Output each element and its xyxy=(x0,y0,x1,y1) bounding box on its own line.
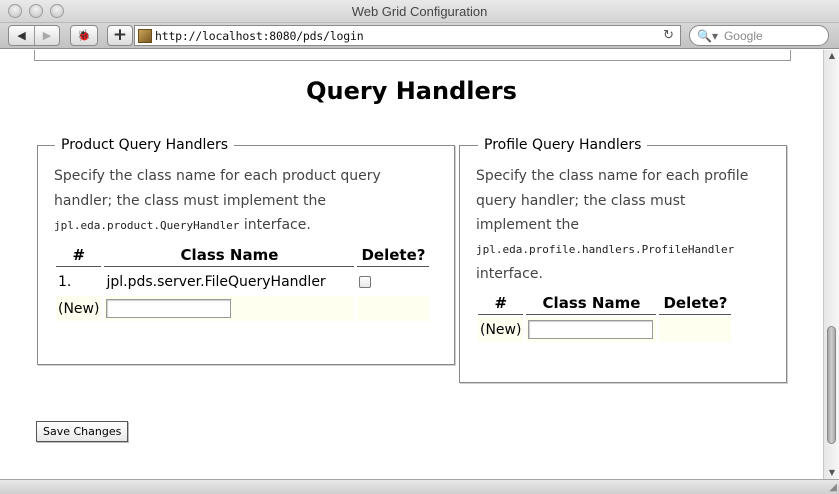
back-arrow-icon: ◀ xyxy=(17,29,26,42)
column-header-number: # xyxy=(56,243,102,267)
report-bug-button[interactable]: 🐞 xyxy=(70,25,98,46)
product-interface-name: jpl.eda.product.QueryHandler xyxy=(54,219,240,232)
delete-checkbox[interactable] xyxy=(359,275,372,288)
address-bar[interactable]: http://localhost:8080/pds/login ↻ xyxy=(134,25,681,46)
previous-section-box xyxy=(34,50,791,61)
column-header-delete: Delete? xyxy=(357,243,430,267)
bug-icon: 🐞 xyxy=(77,29,91,42)
new-row-empty-cell xyxy=(357,296,430,321)
site-favicon-icon xyxy=(138,28,152,43)
new-row-empty-cell xyxy=(659,317,732,342)
forward-button[interactable]: ▶ xyxy=(33,26,59,45)
table-row: 1. jpl.pds.server.FileQueryHandler xyxy=(56,269,429,294)
new-row-input-cell xyxy=(104,296,355,321)
table-header-row: # Class Name Delete? xyxy=(56,243,430,267)
profile-desc-suffix: interface. xyxy=(476,266,543,282)
column-header-class-name: Class Name xyxy=(104,243,355,267)
plus-icon: + xyxy=(112,25,128,45)
window-title: Web Grid Configuration xyxy=(351,4,488,19)
product-query-handlers-panel: Product Query Handlers Specify the class… xyxy=(37,137,455,365)
row-class-name: jpl.pds.server.FileQueryHandler xyxy=(106,273,326,290)
url-text[interactable]: http://localhost:8080/pds/login xyxy=(155,29,364,43)
new-handler-row: (New) xyxy=(478,317,732,342)
profile-desc-line-3: implement the xyxy=(476,217,579,233)
profile-desc-line-2: query handler; the class must xyxy=(476,192,686,209)
new-product-handler-input[interactable] xyxy=(106,299,232,318)
new-row-label: (New) xyxy=(56,296,102,321)
row-number: 1. xyxy=(58,273,72,290)
status-bar: ◢ xyxy=(0,479,839,494)
profile-desc-line-1: Specify the class name for each profile xyxy=(476,168,749,184)
search-icon[interactable]: 🔍▾ xyxy=(697,29,718,43)
back-button[interactable]: ◀ xyxy=(9,26,34,45)
new-handler-row: (New) xyxy=(56,296,430,321)
new-row-label: (New) xyxy=(478,317,524,342)
new-row-input-cell xyxy=(526,317,657,342)
browser-toolbar: ◀ ▶ 🐞 + http://localhost:8080/pds/login … xyxy=(0,23,839,49)
profile-panel-legend: Profile Query Handlers xyxy=(478,137,648,153)
new-profile-handler-input[interactable] xyxy=(528,320,654,339)
product-desc-suffix: interface. xyxy=(239,217,311,233)
product-desc-line-3: jpl.eda.product.QueryHandler interface. xyxy=(54,213,444,239)
window-titlebar: Web Grid Configuration xyxy=(0,0,839,23)
reload-icon[interactable]: ↻ xyxy=(663,28,674,43)
product-panel-description: Specify the class name for each product … xyxy=(54,164,444,239)
product-handlers-table: # Class Name Delete? 1. jpl.pds.server.F… xyxy=(53,241,432,323)
save-changes-button[interactable]: Save Changes xyxy=(36,421,129,442)
product-desc-line-1: Specify the class name for each product … xyxy=(54,168,381,184)
back-forward-group: ◀ ▶ xyxy=(8,25,60,46)
row-delete-cell xyxy=(357,269,429,294)
profile-interface-name: jpl.eda.profile.handlers.ProfileHandler xyxy=(476,242,735,256)
column-header-number: # xyxy=(478,291,524,315)
resize-grip-icon[interactable]: ◢ xyxy=(829,482,837,493)
search-placeholder: Google xyxy=(723,28,763,43)
scroll-up-arrow-icon[interactable]: ▲ xyxy=(827,51,837,60)
scrollbar-thumb[interactable] xyxy=(827,326,836,444)
product-panel-legend: Product Query Handlers xyxy=(55,137,235,153)
profile-handlers-table: # Class Name Delete? (New) xyxy=(475,289,734,344)
add-bookmark-button[interactable]: + xyxy=(107,25,133,46)
table-header-row: # Class Name Delete? xyxy=(478,291,732,315)
column-header-delete: Delete? xyxy=(659,291,732,315)
page-title: Query Handlers xyxy=(306,77,517,105)
vertical-scrollbar[interactable]: ▲ ▼ xyxy=(823,50,839,479)
page-viewport: Query Handlers Product Query Handlers Sp… xyxy=(0,50,823,479)
profile-query-handlers-panel: Profile Query Handlers Specify the class… xyxy=(459,137,787,383)
forward-arrow-icon: ▶ xyxy=(42,29,52,42)
profile-panel-description: Specify the class name for each profile … xyxy=(476,164,776,287)
search-field[interactable]: 🔍▾ Google xyxy=(689,25,829,46)
product-desc-line-2: handler; the class must implement the xyxy=(54,192,326,209)
column-header-class-name: Class Name xyxy=(526,291,657,315)
scroll-down-arrow-icon[interactable]: ▼ xyxy=(827,468,837,477)
